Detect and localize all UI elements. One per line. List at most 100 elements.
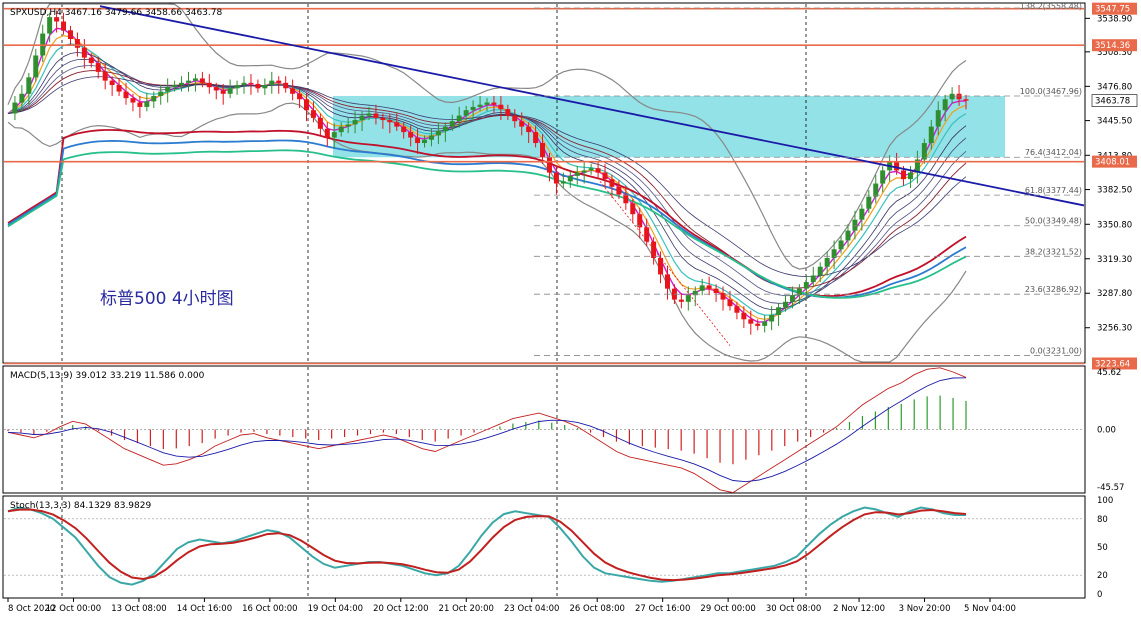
- candle-body: [463, 110, 469, 116]
- symbol-info: SPXUSD,H4 3467.16 3479.66 3458.66 3463.7…: [10, 8, 222, 18]
- fib-zone-rect: [333, 95, 1005, 158]
- candle-body: [192, 78, 198, 81]
- candle-body: [477, 104, 483, 107]
- price-label-text: 3408.01: [1095, 158, 1130, 168]
- candle-body: [880, 170, 886, 184]
- candle-body: [435, 130, 441, 136]
- candle-body: [95, 63, 101, 72]
- candle-body: [963, 99, 969, 101]
- time-tick-label: 23 Oct 04:00: [504, 604, 559, 614]
- candle-body: [616, 186, 622, 195]
- stoch-tick-label: 0: [1097, 590, 1102, 600]
- candle-body: [415, 137, 421, 144]
- candle-body: [644, 227, 650, 242]
- candle-body: [449, 121, 455, 127]
- candle-body: [866, 196, 872, 209]
- candle-body: [366, 113, 372, 116]
- price-label-text: 3463.78: [1095, 97, 1130, 107]
- time-tick-label: 21 Oct 20:00: [439, 604, 494, 614]
- stoch-tick-label: 80: [1097, 515, 1108, 525]
- time-tick-label: 2 Nov 12:00: [833, 604, 885, 614]
- candle-body: [137, 102, 143, 107]
- candle-body: [533, 132, 539, 144]
- time-tick-label: 12 Oct 00:00: [46, 604, 101, 614]
- candle-body: [824, 257, 830, 267]
- macd-label: MACD(5,13,9) 39.012 33.219 11.586 0.000: [10, 371, 205, 381]
- candle-body: [185, 80, 191, 83]
- candle-body: [304, 99, 310, 111]
- main-panel: [2, 2, 1086, 364]
- candle-body: [942, 99, 948, 111]
- candle-body: [394, 122, 400, 127]
- candle-body: [762, 321, 768, 326]
- candle-body: [748, 319, 754, 324]
- candle-body: [852, 219, 858, 231]
- candle-body: [102, 71, 108, 81]
- candle-body: [61, 21, 67, 31]
- candle-body: [331, 132, 337, 138]
- candle-body: [199, 78, 205, 83]
- candle-body: [241, 82, 247, 86]
- candle-body: [151, 95, 157, 102]
- candle-body: [456, 115, 462, 122]
- candle-body: [33, 55, 39, 78]
- time-tick-label: 29 Oct 00:00: [700, 604, 755, 614]
- candle-body: [81, 47, 87, 58]
- candle-body: [630, 203, 636, 215]
- candle-body: [727, 299, 733, 307]
- candle-body: [338, 126, 344, 133]
- candle-body: [255, 83, 261, 89]
- candle-body: [498, 104, 504, 110]
- candle-body: [352, 120, 358, 125]
- candle-body: [734, 306, 740, 313]
- price-label-text: 3514.36: [1095, 41, 1130, 51]
- candle-body: [505, 109, 511, 116]
- price-label-text: 3547.75: [1095, 5, 1130, 15]
- fib-level-label: 100.0(3467.96): [1020, 87, 1082, 96]
- candle-body: [540, 143, 546, 158]
- candle-body: [74, 39, 80, 48]
- candle-body: [165, 87, 171, 92]
- candle-body: [817, 266, 823, 276]
- stoch-tick-label: 20: [1097, 571, 1108, 581]
- fib-level-label: 138.2(3558.48): [1020, 2, 1082, 11]
- macd-tick-label: 0.00: [1097, 426, 1116, 436]
- candle-body: [623, 194, 629, 204]
- candle-body: [519, 121, 525, 127]
- candle-body: [713, 288, 719, 294]
- time-tick-label: 19 Oct 04:00: [308, 604, 363, 614]
- candle-body: [373, 113, 379, 118]
- time-tick-label: 30 Oct 08:00: [766, 604, 821, 614]
- price-tick-label: 3319.30: [1097, 255, 1132, 265]
- chart-window: 138.2(3558.48) 100.0(3467.96) 76.4(3412.04…: [0, 0, 1141, 622]
- candle-body: [408, 132, 414, 138]
- candle-body: [546, 157, 552, 173]
- candle-body: [581, 170, 587, 173]
- time-tick-label: 20 Oct 12:00: [373, 604, 428, 614]
- candle-body: [699, 285, 705, 291]
- candle-body: [401, 126, 407, 133]
- candle-body: [380, 117, 386, 121]
- candle-body: [574, 172, 580, 176]
- candle-body: [526, 126, 532, 133]
- time-tick-label: 16 Oct 00:00: [242, 604, 297, 614]
- candle-body: [422, 139, 428, 144]
- candle-body: [602, 172, 608, 180]
- time-tick-label: 26 Oct 08:00: [569, 604, 624, 614]
- candle-body: [12, 102, 18, 114]
- candle-body: [484, 102, 490, 105]
- chart-canvas[interactable]: 138.2(3558.48) 100.0(3467.96) 76.4(3412.04…: [0, 0, 1141, 622]
- candle-body: [901, 170, 907, 180]
- fib-level-label: 23.6(3286.92): [1025, 285, 1082, 294]
- candle-body: [859, 208, 865, 220]
- candle-body: [907, 172, 913, 180]
- candle-body: [512, 115, 518, 122]
- candle-body: [810, 275, 816, 283]
- fib-level-label: 76.4(3412.04): [1025, 148, 1082, 157]
- macd-tick-label: 45.62: [1097, 368, 1121, 378]
- candle-body: [609, 179, 615, 187]
- price-tick-label: 3476.80: [1097, 82, 1132, 92]
- candle-body: [310, 110, 316, 118]
- time-tick-label: 5 Nov 04:00: [964, 604, 1016, 614]
- candle-body: [956, 93, 962, 100]
